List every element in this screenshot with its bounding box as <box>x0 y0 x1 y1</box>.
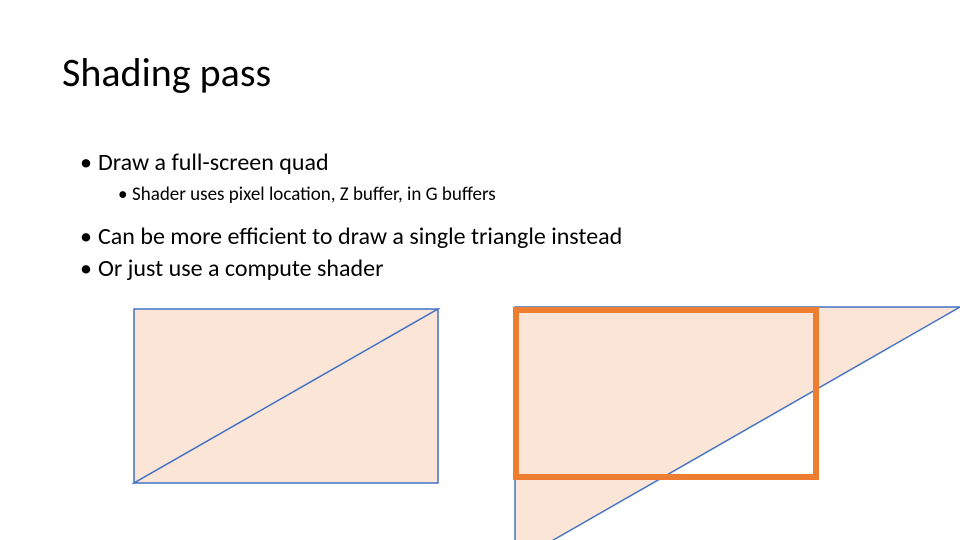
bullet-text: Draw a full-screen quad <box>98 148 329 177</box>
slide: Shading pass •Draw a full-screen quad •S… <box>0 0 960 540</box>
slide-title: Shading pass <box>62 48 271 97</box>
bullet-level1: •Draw a full-screen quad <box>80 148 329 177</box>
bullet-level2: •Shader uses pixel location, Z buffer, i… <box>118 183 496 206</box>
bullet-text: Or just use a compute shader <box>98 254 383 283</box>
quad-diagram <box>132 307 442 487</box>
figures <box>0 307 960 517</box>
bullet-level1: •Or just use a compute shader <box>80 254 383 283</box>
bullet-text: Can be more efficient to draw a single t… <box>98 222 622 251</box>
triangle-diagram <box>505 307 960 517</box>
bullet-level1: •Can be more efficient to draw a single … <box>80 222 622 251</box>
bullet-text: Shader uses pixel location, Z buffer, in… <box>132 183 496 206</box>
